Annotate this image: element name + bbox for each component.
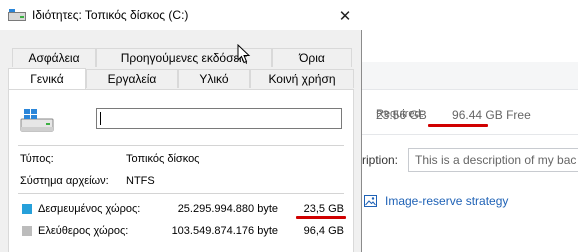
background-topbar — [362, 0, 578, 62]
free-space-gb: 96,4 GB — [303, 225, 344, 237]
text-caret — [100, 112, 101, 125]
used-space-bytes: 25.295.994.880 byte — [177, 203, 278, 215]
used-space-swatch — [22, 204, 32, 214]
type-value: Τοπικός δίσκος — [126, 153, 200, 165]
image-reserve-strategy-link[interactable]: Image-reserve strategy — [364, 194, 508, 208]
used-space-underline — [296, 216, 346, 219]
free-space-text: 96.44 GB Free — [452, 108, 531, 122]
tab-hardware[interactable]: Υλικό — [178, 69, 250, 88]
required-space-row: Required: 23.56 GB 96.44 GB Free — [376, 108, 531, 122]
tab-general-label: Γενικά — [30, 72, 64, 86]
divider-bottom — [18, 193, 344, 194]
close-button[interactable]: ✕ — [328, 4, 362, 28]
type-label: Τύπος: — [20, 153, 54, 165]
tab-previous-versions-label: Προηγούμενες εκδόσεις — [120, 51, 248, 65]
background-divider — [362, 134, 578, 135]
image-reserve-strategy-label: Image-reserve strategy — [385, 194, 509, 208]
filesystem-label: Σύστημα αρχείων: — [20, 175, 109, 187]
tab-security[interactable]: Ασφάλεια — [12, 48, 96, 67]
dialog-title: Ιδιότητες: Τοπικός δίσκος (C:) — [32, 8, 189, 22]
hard-drive-icon — [18, 108, 58, 134]
free-space-bytes: 103.549.874.176 byte — [171, 225, 278, 237]
dialog-titlebar[interactable]: Ιδιότητες: Τοπικός δίσκος (C:) ✕ — [0, 0, 362, 30]
close-icon: ✕ — [338, 8, 352, 25]
required-value: 23.56 GB — [376, 108, 427, 122]
required-value-underline — [428, 124, 488, 127]
properties-dialog: Ιδιότητες: Τοπικός δίσκος (C:) ✕ Ασφάλει… — [0, 0, 362, 252]
description-input-value: This is a description of my bac — [415, 153, 577, 167]
tab-sharing-label: Κοινή χρήση — [268, 72, 336, 86]
background-header-band — [362, 62, 578, 90]
free-space-label: Ελεύθερος χώρος: — [38, 225, 129, 237]
free-space-swatch — [22, 226, 32, 236]
used-space-label: Δεσμευμένος χώρος: — [38, 203, 141, 215]
tab-general[interactable]: Γενικά — [8, 68, 86, 89]
description-label: ription: — [362, 153, 399, 167]
tab-tools-label: Εργαλεία — [107, 72, 157, 86]
used-space-gb: 23,5 GB — [303, 203, 344, 215]
description-input[interactable]: This is a description of my bac — [408, 148, 578, 172]
volume-name-input[interactable] — [96, 108, 342, 129]
image-icon — [364, 195, 377, 207]
tab-quota[interactable]: Όρια — [272, 48, 352, 67]
tab-sharing[interactable]: Κοινή χρήση — [250, 69, 354, 88]
filesystem-value: NTFS — [126, 175, 155, 187]
tab-security-label: Ασφάλεια — [28, 51, 80, 65]
tab-quota-label: Όρια — [299, 51, 325, 65]
tab-tools[interactable]: Εργαλεία — [86, 69, 178, 88]
tab-hardware-label: Υλικό — [199, 72, 229, 86]
mouse-pointer-icon — [237, 43, 251, 64]
drive-icon — [8, 9, 26, 21]
divider-top — [18, 145, 344, 146]
